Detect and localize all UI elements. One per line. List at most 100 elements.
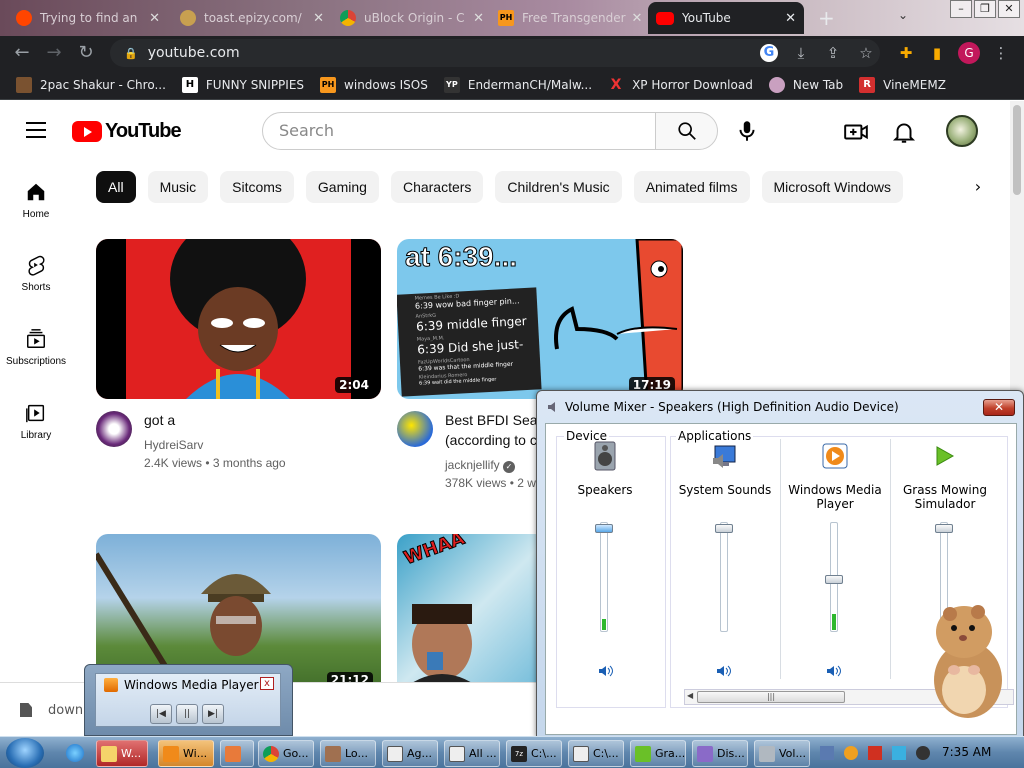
bookmark-item[interactable]: YP EndermanCH/Malw... <box>443 76 592 93</box>
browser-tab-active[interactable]: YouTube ✕ <box>648 2 804 34</box>
notifications-bell-icon[interactable] <box>891 119 917 145</box>
maximize-button[interactable]: ❐ <box>974 0 996 18</box>
mute-speaker-icon[interactable] <box>716 664 732 678</box>
sidebar-item-home[interactable]: Home <box>0 181 72 220</box>
google-icon[interactable]: G <box>760 44 778 62</box>
close-icon[interactable]: ✕ <box>626 11 643 26</box>
video-title[interactable]: got a <box>144 410 175 430</box>
sidebar-item-subscriptions[interactable]: Subscriptions <box>0 328 72 367</box>
tray-icon[interactable] <box>844 746 858 760</box>
close-icon[interactable]: ✕ <box>779 11 796 26</box>
wmp-close-button[interactable]: x <box>260 677 274 690</box>
taskbar-item[interactable]: Lo... <box>320 740 376 767</box>
install-icon[interactable]: ⤓ <box>790 42 812 64</box>
start-button[interactable] <box>6 738 44 768</box>
forward-button[interactable]: → <box>38 37 70 69</box>
wmp-volume-slider[interactable] <box>825 522 843 632</box>
video-thumbnail[interactable]: 2:04 <box>96 239 381 399</box>
profile-avatar[interactable]: G <box>958 42 980 64</box>
new-tab-button[interactable]: + <box>818 6 835 30</box>
scrollbar-thumb[interactable]: ||| <box>697 691 845 703</box>
browser-tab-1[interactable]: Trying to find an ✕ <box>8 2 168 34</box>
video-title[interactable]: Best BFDI Sea (according to c <box>445 410 538 450</box>
browser-tab-3[interactable]: uBlock Origin - C ✕ <box>332 2 492 34</box>
chip-animated-films[interactable]: Animated films <box>633 171 750 203</box>
scrollbar-thumb[interactable] <box>1013 105 1021 195</box>
chip-microsoft-windows[interactable]: Microsoft Windows <box>761 171 903 203</box>
sidebar-item-library[interactable]: Library <box>0 402 72 441</box>
browser-tab-2[interactable]: toast.epizy.com/ ✕ <box>172 2 332 34</box>
slider-thumb[interactable] <box>715 524 733 533</box>
bookmark-item[interactable]: 2pac Shakur - Chro... <box>16 76 166 93</box>
chevron-right-icon[interactable]: › <box>968 177 988 197</box>
create-video-icon[interactable] <box>843 119 869 145</box>
browser-tab-4[interactable]: PH Free Transgender ✕ <box>490 2 645 34</box>
video-thumbnail[interactable]: WHAA <box>397 534 547 694</box>
channel-avatar[interactable] <box>397 411 433 447</box>
internet-explorer-icon[interactable] <box>66 744 84 762</box>
channel-name[interactable]: jacknjellify ✓ <box>445 456 516 474</box>
taskbar-item-chrome[interactable]: Go... <box>258 740 314 767</box>
youtube-logo[interactable]: YouTube <box>72 120 182 143</box>
close-icon[interactable]: ✕ <box>143 11 160 26</box>
close-icon[interactable]: ✕ <box>307 11 324 26</box>
system-sounds-volume-slider[interactable] <box>715 522 733 632</box>
search-button[interactable] <box>655 112 718 150</box>
chip-sitcoms[interactable]: Sitcoms <box>220 171 294 203</box>
close-icon[interactable]: ✕ <box>467 11 484 26</box>
bookmark-star-icon[interactable]: ☆ <box>855 42 877 64</box>
taskbar-item[interactable]: W... <box>96 740 148 767</box>
taskbar-item[interactable]: Ag... <box>382 740 438 767</box>
close-window-button[interactable]: ✕ <box>998 0 1020 18</box>
taskbar-item-wmp[interactable]: Wi... <box>158 740 214 767</box>
scroll-left-arrow[interactable]: ◀ <box>687 691 693 700</box>
chip-all[interactable]: All <box>96 171 136 203</box>
bookmark-item[interactable]: PH windows ISOS <box>320 76 428 93</box>
taskbar-item[interactable]: 7z C:\... <box>506 740 562 767</box>
video-thumbnail[interactable]: at 6:39... Memes Be Like :D 6:39 wow bad… <box>397 239 683 399</box>
taskbar-clock[interactable]: 7:35 AM <box>942 745 991 759</box>
slider-thumb[interactable] <box>825 575 843 584</box>
network-icon[interactable] <box>892 746 906 760</box>
mute-speaker-icon[interactable] <box>598 664 614 678</box>
previous-track-button[interactable]: |◀ <box>150 704 172 724</box>
chip-gaming[interactable]: Gaming <box>305 171 379 203</box>
pause-button[interactable]: || <box>176 704 198 724</box>
chip-characters[interactable]: Characters <box>390 171 484 203</box>
bookmark-item[interactable]: H FUNNY SNIPPIES <box>181 76 304 93</box>
extensions-icon[interactable]: ✚ <box>895 42 917 64</box>
taskbar-item-volume-mixer[interactable]: Vol... <box>754 740 810 767</box>
channel-name[interactable]: HydreiSarv <box>144 436 203 454</box>
share-icon[interactable]: ⇪ <box>822 42 844 64</box>
side-panel-icon[interactable]: ▮ <box>926 42 948 64</box>
slider-thumb[interactable] <box>595 524 613 533</box>
slider-thumb[interactable] <box>935 524 953 533</box>
tab-search-icon[interactable]: ⌄ <box>898 8 908 22</box>
chip-childrens-music[interactable]: Children's Music <box>495 171 622 203</box>
bookmark-item[interactable]: New Tab <box>768 76 843 93</box>
taskbar-item[interactable]: Dis... <box>692 740 748 767</box>
minimize-button[interactable]: – <box>950 0 972 18</box>
mute-speaker-icon[interactable] <box>826 664 842 678</box>
menu-icon[interactable]: ⋮ <box>990 42 1012 64</box>
microphone-icon[interactable] <box>734 118 760 144</box>
taskbar-item[interactable]: All ... <box>444 740 500 767</box>
download-item-label[interactable]: downl <box>48 703 87 718</box>
bookmark-item[interactable]: R VineMEMZ <box>859 76 946 93</box>
next-track-button[interactable]: ▶| <box>202 704 224 724</box>
taskbar-item[interactable]: Gra... <box>630 740 686 767</box>
taskbar-item[interactable]: C:\... <box>568 740 624 767</box>
tray-icon[interactable] <box>820 746 834 760</box>
chip-music[interactable]: Music <box>147 171 209 203</box>
tray-icon[interactable] <box>916 746 930 760</box>
close-button[interactable]: ✕ <box>983 399 1015 416</box>
hamburger-menu-icon[interactable] <box>26 122 46 138</box>
bookmark-item[interactable]: X XP Horror Download <box>608 77 753 93</box>
flag-icon[interactable] <box>868 746 882 760</box>
back-button[interactable]: ← <box>6 37 38 69</box>
account-avatar[interactable] <box>946 115 978 147</box>
taskbar-item[interactable] <box>220 740 254 767</box>
speakers-volume-slider[interactable] <box>595 522 613 632</box>
reload-button[interactable]: ↻ <box>70 37 102 69</box>
sidebar-item-shorts[interactable]: Shorts <box>0 254 72 293</box>
